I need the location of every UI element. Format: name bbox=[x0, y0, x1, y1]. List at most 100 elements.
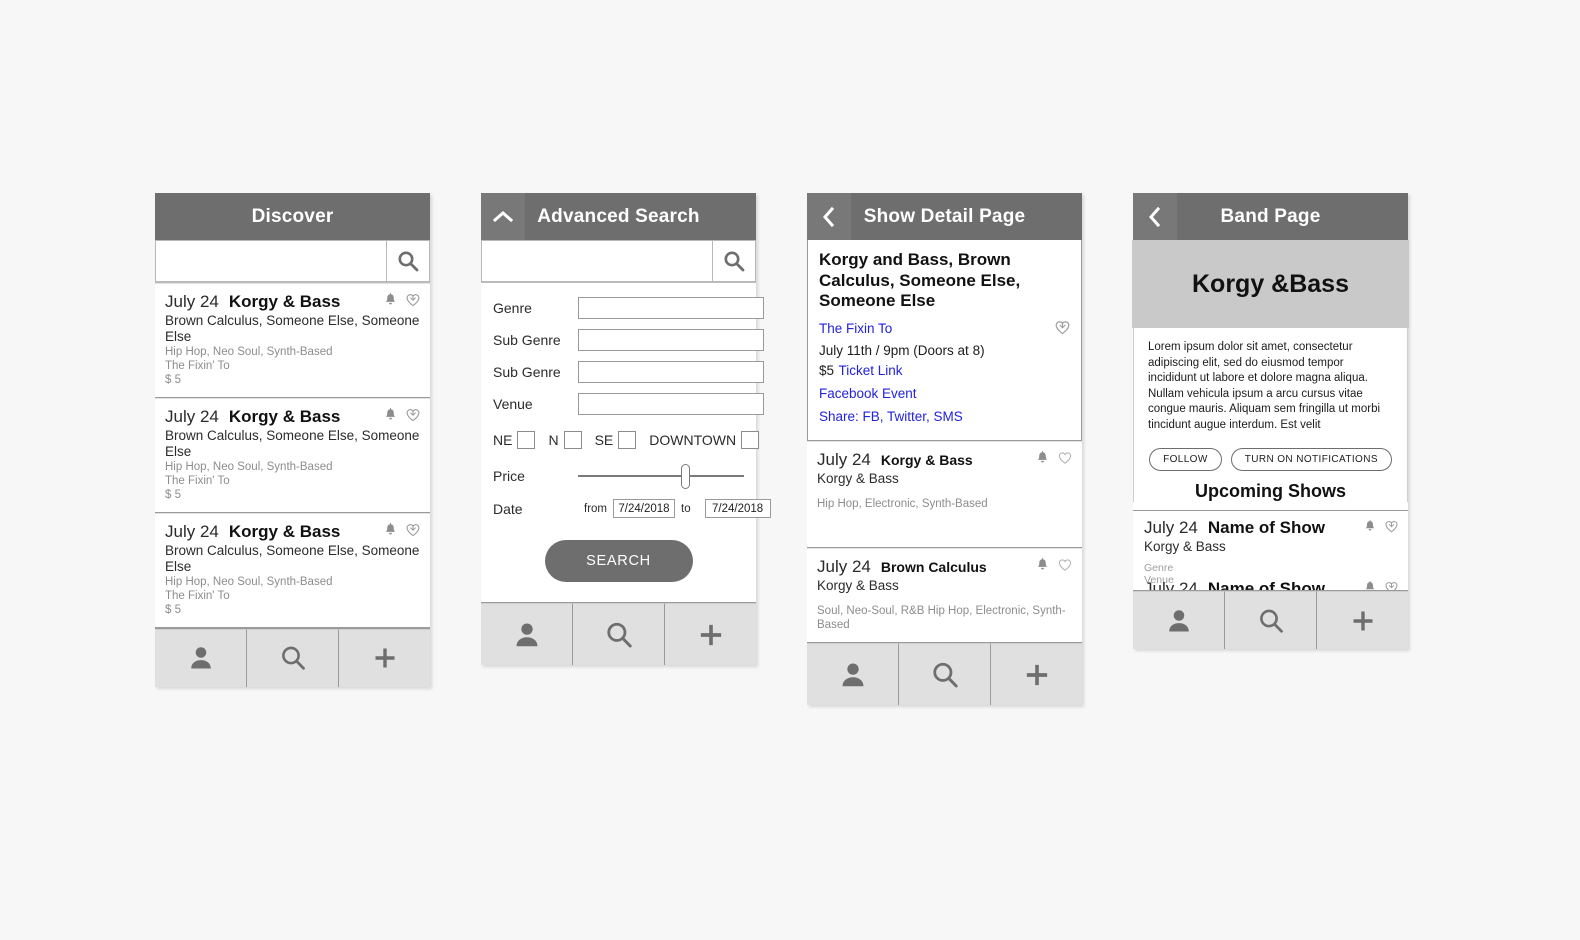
row-support-acts: Brown Calculus, Someone Else, Someone El… bbox=[165, 542, 420, 574]
upcoming-shows-heading: Upcoming Shows bbox=[1194, 481, 1346, 502]
advanced-search-titlebar: Advanced Search bbox=[481, 193, 756, 240]
row-band-name: Name of Show bbox=[1207, 518, 1325, 538]
nav-add-button[interactable] bbox=[991, 643, 1082, 705]
plus-icon bbox=[695, 619, 727, 651]
heart-crest-icon[interactable] bbox=[406, 408, 420, 422]
bottom-nav bbox=[1133, 590, 1408, 650]
nav-add-button[interactable] bbox=[339, 628, 430, 687]
turn-on-notifications-button[interactable]: TURN ON NOTIFICATIONS bbox=[1230, 448, 1392, 472]
heart-crest-icon[interactable] bbox=[1385, 581, 1398, 591]
date-label: Date bbox=[493, 500, 523, 517]
ticket-line: $5 Ticket Link bbox=[819, 360, 1070, 383]
page-title: Band Page bbox=[1220, 205, 1321, 227]
heart-crest-icon[interactable] bbox=[1055, 320, 1070, 335]
back-button[interactable] bbox=[807, 193, 851, 240]
share-links[interactable]: Share: FB, Twitter, SMS bbox=[819, 409, 963, 424]
search-icon bbox=[603, 619, 635, 651]
nav-search-button[interactable] bbox=[1225, 591, 1317, 650]
region-label-n: N bbox=[548, 432, 559, 448]
search-input[interactable] bbox=[481, 240, 712, 282]
row-band-name: Korgy & Bass bbox=[228, 406, 341, 426]
nav-profile-button[interactable] bbox=[1133, 591, 1225, 650]
nav-add-button[interactable] bbox=[1317, 591, 1408, 649]
bell-icon[interactable] bbox=[1036, 558, 1049, 572]
sub-genre-2-input[interactable] bbox=[578, 361, 764, 383]
search-submit-button[interactable]: SEARCH bbox=[544, 540, 693, 582]
nav-search-button[interactable] bbox=[899, 643, 991, 706]
nav-profile-button[interactable] bbox=[155, 628, 247, 687]
date-to-input[interactable] bbox=[704, 499, 771, 518]
bell-icon[interactable] bbox=[384, 522, 397, 537]
price-slider-row: Price bbox=[493, 463, 744, 489]
venue-link[interactable]: The Fixin To bbox=[819, 321, 892, 336]
bell-icon[interactable] bbox=[384, 293, 397, 307]
price-slider-thumb[interactable] bbox=[680, 463, 690, 489]
heart-outline-icon[interactable] bbox=[1058, 558, 1072, 572]
chevron-up-icon bbox=[492, 208, 514, 226]
bell-icon[interactable] bbox=[384, 407, 397, 422]
follow-button[interactable]: FOLLOW bbox=[1149, 448, 1222, 472]
row-support-acts: Brown Calculus, Someone Else, Someone El… bbox=[165, 427, 420, 459]
search-button[interactable] bbox=[386, 240, 430, 282]
band-name: Korgy &Bass bbox=[1192, 269, 1349, 298]
page-title: Discover bbox=[251, 205, 334, 227]
row-genres: Hip Hop, Neo Soul, Synth-Based bbox=[165, 345, 333, 358]
table-row[interactable]: July 24 Korgy & Bass Brown Calculus, Som… bbox=[155, 283, 430, 398]
venue-label: Venue bbox=[493, 396, 533, 412]
back-button[interactable] bbox=[1133, 193, 1177, 240]
advanced-searchbar bbox=[481, 240, 756, 283]
heart-crest-icon[interactable] bbox=[1385, 520, 1398, 533]
table-row[interactable]: July 24 Name of Show bbox=[1133, 572, 1408, 591]
bottom-nav bbox=[807, 642, 1082, 706]
ticket-link[interactable]: Ticket Link bbox=[838, 363, 902, 378]
bell-icon[interactable] bbox=[1036, 451, 1049, 465]
facebook-event-link[interactable]: Facebook Event bbox=[819, 386, 917, 401]
genre-input[interactable] bbox=[578, 297, 764, 319]
row-band-name: Korgy & Bass bbox=[228, 292, 341, 311]
plus-icon bbox=[370, 643, 400, 673]
region-checkbox-se[interactable] bbox=[618, 431, 637, 449]
table-row[interactable]: July 24 Korgy & Bass Korgy & Bass Hip Ho… bbox=[807, 441, 1082, 549]
search-icon bbox=[1256, 606, 1286, 636]
venue-input[interactable] bbox=[578, 393, 764, 415]
date-from-input[interactable] bbox=[613, 499, 675, 518]
bell-icon[interactable] bbox=[1364, 581, 1376, 590]
share-line: Share: FB, Twitter, SMS bbox=[819, 406, 1070, 429]
row-support-acts: Brown Calculus, Someone Else, Someone El… bbox=[165, 313, 420, 344]
table-row[interactable]: July 24 Korgy & Bass Brown Calculus, Som… bbox=[155, 512, 430, 628]
nav-profile-button[interactable] bbox=[481, 603, 573, 665]
table-row[interactable]: July 24 Brown Calculus Korgy & Bass Soul… bbox=[807, 548, 1082, 643]
region-checkbox-downtown[interactable] bbox=[741, 431, 760, 449]
search-icon bbox=[278, 643, 308, 673]
row-date: July 24 bbox=[817, 557, 871, 577]
region-checkbox-ne[interactable] bbox=[517, 431, 536, 449]
bottom-nav bbox=[155, 627, 430, 687]
date-to-label: to bbox=[681, 502, 691, 515]
show-detail-screen: Show Detail Page Korgy and Bass, Brown C… bbox=[807, 193, 1082, 706]
row-genres: Hip Hop, Electronic, Synth-Based bbox=[817, 498, 988, 511]
heart-crest-icon[interactable] bbox=[406, 293, 420, 307]
row-band-name: Name of Show bbox=[1207, 579, 1325, 591]
search-input[interactable] bbox=[155, 240, 386, 282]
nav-profile-button[interactable] bbox=[807, 643, 899, 706]
collapse-panel-button[interactable] bbox=[481, 193, 525, 240]
show-lineup-title: Korgy and Bass, Brown Calculus, Someone … bbox=[819, 250, 1021, 311]
row-price: $ 5 bbox=[165, 373, 181, 386]
band-action-buttons: FOLLOW TURN ON NOTIFICATIONS bbox=[1148, 448, 1393, 472]
row-support-acts: Korgy & Bass bbox=[817, 471, 899, 487]
search-button[interactable] bbox=[712, 240, 756, 282]
sub-genre-1-input[interactable] bbox=[578, 329, 764, 351]
bell-icon[interactable] bbox=[1364, 520, 1376, 533]
price-slider[interactable] bbox=[578, 463, 744, 489]
heart-crest-icon[interactable] bbox=[406, 523, 420, 537]
row-date: July 24 bbox=[165, 292, 219, 311]
nav-search-button[interactable] bbox=[573, 603, 665, 665]
nav-search-button[interactable] bbox=[247, 628, 339, 687]
band-page-titlebar: Band Page bbox=[1133, 193, 1408, 240]
search-icon bbox=[396, 249, 420, 273]
table-row[interactable]: July 24 Korgy & Bass Brown Calculus, Som… bbox=[155, 397, 430, 513]
row-date: July 24 bbox=[165, 521, 219, 541]
heart-outline-icon[interactable] bbox=[1058, 451, 1072, 465]
nav-add-button[interactable] bbox=[665, 603, 756, 665]
region-checkbox-n[interactable] bbox=[563, 431, 582, 449]
